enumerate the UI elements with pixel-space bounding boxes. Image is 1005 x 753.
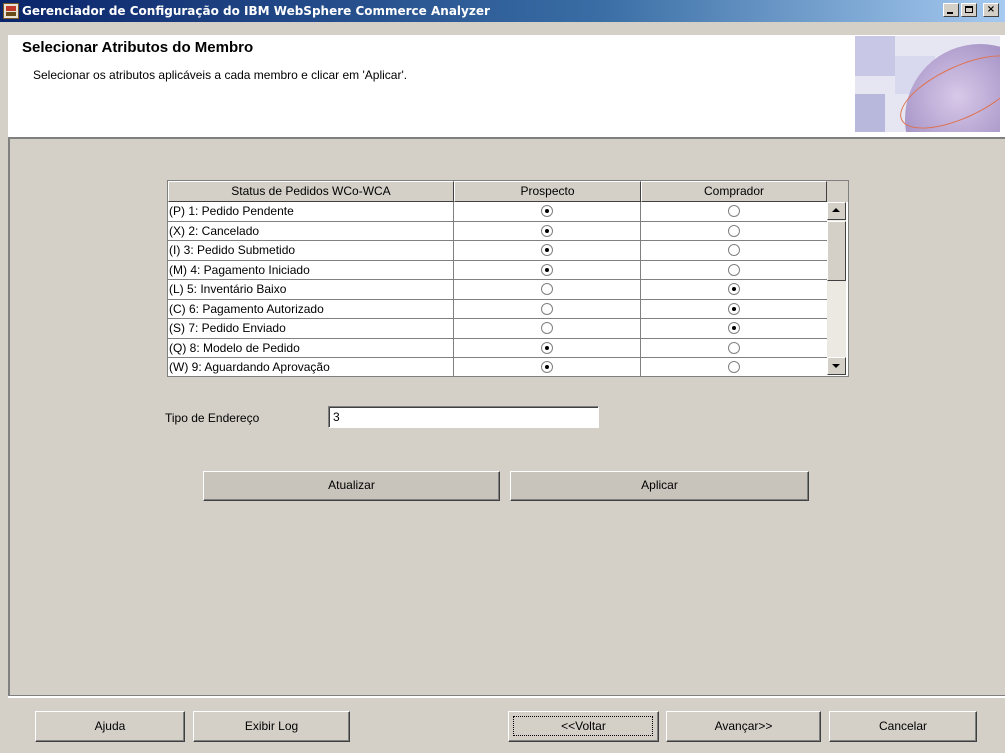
back-button[interactable]: <<Voltar [508, 711, 659, 742]
comprador-radio[interactable] [728, 361, 740, 373]
maximize-icon [965, 6, 973, 13]
table-row: (W) 9: Aguardando Aprovação [168, 358, 827, 376]
table-row: (M) 4: Pagamento Iniciado [168, 260, 827, 280]
cancel-button-label: Cancelar [878, 719, 928, 733]
help-button[interactable]: Ajuda [35, 711, 185, 742]
minimize-button[interactable] [943, 3, 959, 17]
status-cell: (I) 3: Pedido Submetido [168, 241, 454, 260]
prospecto-cell [454, 241, 641, 260]
prospecto-cell [454, 358, 641, 376]
comprador-cell [641, 319, 827, 338]
comprador-cell [641, 300, 827, 319]
view-log-button-label: Exibir Log [244, 719, 299, 733]
update-button[interactable]: Atualizar [203, 471, 500, 501]
table-row: (P) 1: Pedido Pendente [168, 202, 827, 222]
table-body: (P) 1: Pedido Pendente (X) 2: Cancelado (I… [168, 202, 827, 376]
comprador-cell [641, 202, 827, 221]
table-row: (S) 7: Pedido Enviado [168, 319, 827, 339]
page-title: Selecionar Atributos do Membro [22, 39, 254, 56]
cancel-button[interactable]: Cancelar [829, 711, 977, 742]
prospecto-cell [454, 202, 641, 221]
help-button-label: Ajuda [94, 719, 126, 733]
close-button[interactable]: × [983, 3, 999, 17]
table-scrollbar[interactable] [827, 202, 846, 375]
comprador-cell [641, 358, 827, 376]
table-row: (C) 6: Pagamento Autorizado [168, 299, 827, 319]
scroll-up-arrow-icon[interactable] [827, 202, 846, 220]
panel-border [8, 137, 10, 697]
column-header-status[interactable]: Status de Pedidos WCo-WCA [168, 181, 454, 202]
maximize-button[interactable] [961, 3, 977, 17]
comprador-cell [641, 222, 827, 241]
status-cell: (L) 5: Inventário Baixo [168, 280, 454, 299]
prospecto-cell [454, 338, 641, 357]
comprador-radio[interactable] [728, 341, 740, 354]
comprador-cell [641, 241, 827, 260]
prospecto-cell [454, 260, 641, 279]
status-cell: (W) 9: Aguardando Aprovação [168, 358, 454, 376]
status-cell: (X) 2: Cancelado [168, 221, 454, 240]
comprador-cell [641, 280, 827, 299]
address-type-label: Tipo de Endereço [165, 411, 260, 425]
next-button[interactable]: Avançar>> [666, 711, 821, 742]
prospecto-cell [454, 319, 641, 338]
app-icon [3, 3, 19, 19]
back-button-label: <<Voltar [561, 719, 606, 733]
comprador-cell [641, 261, 827, 280]
prospecto-radio[interactable] [541, 341, 553, 354]
prospecto-cell [454, 280, 641, 299]
comprador-radio[interactable] [728, 302, 740, 315]
close-icon: × [986, 4, 996, 15]
view-log-button[interactable]: Exibir Log [193, 711, 350, 742]
window-title: Gerenciador de Configuração do IBM WebSp… [22, 4, 490, 18]
prospecto-radio[interactable] [541, 302, 553, 315]
header-panel: Selecionar Atributos do Membro Seleciona… [8, 35, 1005, 139]
comprador-radio[interactable] [728, 263, 740, 276]
table-row: (I) 3: Pedido Submetido [168, 241, 827, 261]
websphere-logo [855, 36, 1000, 132]
status-cell: (M) 4: Pagamento Iniciado [168, 260, 454, 279]
address-type-input[interactable] [328, 406, 599, 428]
prospecto-radio[interactable] [541, 205, 553, 217]
footer-divider [8, 695, 1005, 698]
title-bar: Gerenciador de Configuração do IBM WebSp… [0, 0, 1005, 22]
prospecto-radio[interactable] [541, 283, 553, 295]
table-row: (Q) 8: Modelo de Pedido [168, 338, 827, 358]
status-cell: (S) 7: Pedido Enviado [168, 319, 454, 338]
apply-button[interactable]: Aplicar [510, 471, 809, 501]
status-cell: (P) 1: Pedido Pendente [168, 202, 454, 221]
update-button-label: Atualizar [328, 478, 375, 492]
minimize-icon [947, 12, 953, 14]
scroll-thumb[interactable] [827, 221, 846, 281]
table-row: (L) 5: Inventário Baixo [168, 280, 827, 300]
prospecto-radio[interactable] [541, 322, 553, 334]
apply-button-label: Aplicar [641, 478, 678, 492]
comprador-cell [641, 339, 827, 358]
prospecto-cell [454, 299, 641, 318]
status-cell: (Q) 8: Modelo de Pedido [168, 338, 454, 357]
table-header: Status de Pedidos WCo-WCA Prospecto Comp… [168, 181, 848, 202]
prospecto-radio[interactable] [541, 361, 553, 373]
prospecto-radio[interactable] [541, 244, 553, 256]
comprador-radio[interactable] [728, 244, 740, 256]
prospecto-radio[interactable] [541, 263, 553, 276]
status-cell: (C) 6: Pagamento Autorizado [168, 299, 454, 318]
table-row: (X) 2: Cancelado [168, 221, 827, 241]
column-header-prospecto[interactable]: Prospecto [454, 181, 641, 202]
column-header-comprador[interactable]: Comprador [641, 181, 827, 202]
comprador-radio[interactable] [728, 205, 740, 217]
status-table: Status de Pedidos WCo-WCA Prospecto Comp… [167, 180, 849, 377]
comprador-radio[interactable] [728, 322, 740, 334]
next-button-label: Avançar>> [714, 719, 773, 733]
scroll-down-arrow-icon[interactable] [827, 357, 846, 375]
comprador-radio[interactable] [728, 224, 740, 237]
comprador-radio[interactable] [728, 283, 740, 295]
prospecto-cell [454, 221, 641, 240]
page-description: Selecionar os atributos aplicáveis a cad… [33, 68, 408, 82]
prospecto-radio[interactable] [541, 224, 553, 237]
